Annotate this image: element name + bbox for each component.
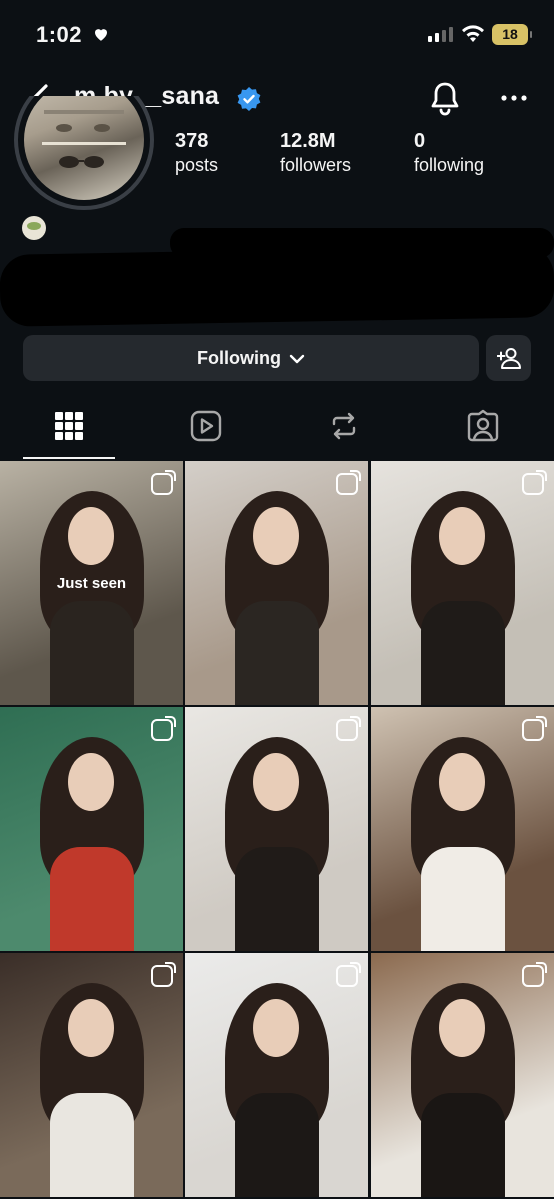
post-figure-outfit [421, 601, 505, 705]
reel-indicator-icon [151, 716, 176, 741]
posts-stat[interactable]: 378 posts [175, 130, 218, 176]
wifi-icon [462, 25, 484, 42]
profile-avatar[interactable] [14, 96, 154, 210]
post-figure-face [253, 507, 299, 565]
reels-icon[interactable] [189, 409, 223, 443]
post-figure-face [439, 507, 485, 565]
post-figure-outfit [421, 1093, 505, 1197]
post-figure-outfit [50, 1093, 134, 1197]
reposts-icon[interactable] [327, 409, 361, 443]
reel-indicator-icon [522, 962, 547, 987]
reel-indicator-icon [336, 470, 361, 495]
suggested-users-button[interactable] [486, 335, 531, 381]
avatar-image [24, 96, 144, 200]
followers-count: 12.8M [280, 130, 336, 152]
following-stat[interactable]: 0 following [414, 130, 484, 176]
cellular-signal-icon [428, 27, 453, 42]
posts-count: 378 [175, 130, 209, 152]
matcha-emoji-icon [22, 216, 46, 240]
grid-icon[interactable] [52, 409, 86, 443]
post-figure-face [439, 999, 485, 1057]
chevron-down-icon [289, 354, 305, 364]
post-tile[interactable] [0, 953, 183, 1197]
reel-indicator-icon [522, 470, 547, 495]
verified-badge-icon [237, 87, 261, 111]
following-label: following [414, 155, 485, 175]
reel-indicator-icon [336, 716, 361, 741]
reel-indicator-icon [151, 470, 176, 495]
status-bar: 1:02 18 [0, 0, 554, 70]
profile-tabs [0, 395, 554, 461]
just-seen-label: Just seen [56, 575, 127, 592]
post-tile[interactable] [371, 953, 554, 1197]
followers-stat[interactable]: 12.8M followers [280, 130, 351, 176]
active-tab-indicator [23, 457, 115, 459]
posts-grid: Just seen [0, 461, 554, 1199]
redacted-bio-block [0, 245, 554, 327]
notification-bell-icon[interactable] [428, 80, 462, 116]
post-figure-outfit [421, 847, 505, 951]
add-user-icon [497, 348, 521, 369]
post-tile[interactable] [0, 707, 183, 951]
avatar-sunglasses-illustration [42, 110, 126, 168]
post-figure-face [439, 753, 485, 811]
battery-indicator: 18 [492, 24, 532, 45]
more-options-icon[interactable] [500, 88, 528, 108]
post-figure-outfit [235, 1093, 319, 1197]
post-figure-outfit [235, 847, 319, 951]
post-figure-face [68, 999, 114, 1057]
following-button-label: Following [197, 347, 281, 368]
post-tile[interactable] [185, 707, 368, 951]
status-time: 1:02 [36, 22, 83, 47]
reel-indicator-icon [151, 962, 176, 987]
post-figure-outfit [50, 847, 134, 951]
post-tile[interactable]: Just seen [0, 461, 183, 705]
followers-label: followers [280, 155, 352, 175]
reel-indicator-icon [522, 716, 547, 741]
following-count: 0 [414, 130, 426, 152]
post-figure-outfit [235, 601, 319, 705]
post-figure-face [68, 753, 114, 811]
post-tile[interactable] [185, 953, 368, 1197]
post-figure-face [253, 753, 299, 811]
posts-label: posts [175, 155, 219, 175]
following-button[interactable]: Following [23, 335, 479, 381]
heart-icon [95, 29, 107, 41]
tagged-icon[interactable] [466, 409, 500, 443]
post-figure-face [68, 507, 114, 565]
post-tile[interactable] [371, 461, 554, 705]
post-figure-face [253, 999, 299, 1057]
post-tile[interactable] [185, 461, 368, 705]
reel-indicator-icon [336, 962, 361, 987]
post-tile[interactable] [371, 707, 554, 951]
post-figure-outfit [50, 601, 134, 705]
